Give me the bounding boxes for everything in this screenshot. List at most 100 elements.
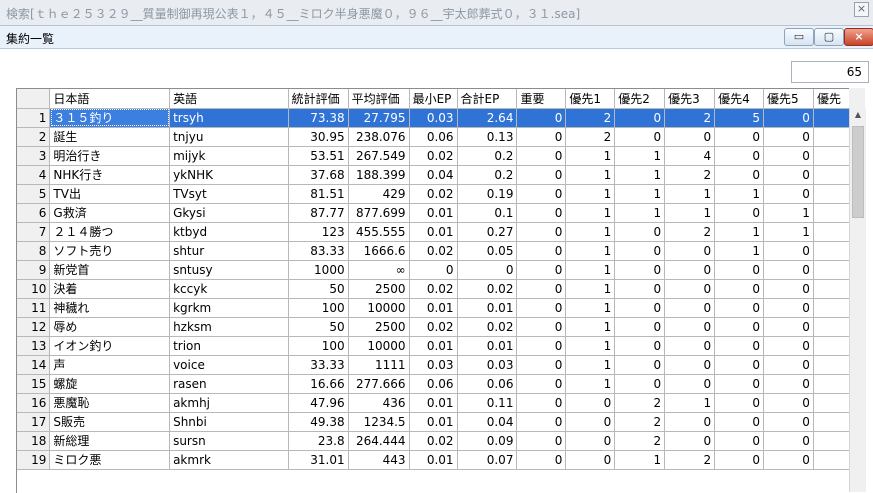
column-header[interactable]: 重要 (516, 89, 567, 109)
table-cell[interactable]: 0 (516, 241, 567, 261)
table-cell[interactable]: 0 (664, 260, 716, 280)
table-cell[interactable] (813, 146, 850, 166)
table-cell[interactable] (813, 336, 850, 356)
table-row[interactable]: 13 イオン釣り trion 100 10000 0.01 0.01 0 1 0 0 0 0 (17, 336, 850, 356)
table-cell[interactable]: 1 (565, 184, 616, 204)
row-number[interactable]: 13 (17, 336, 51, 356)
table-cell[interactable]: 73.38 (288, 108, 349, 128)
row-number[interactable]: 18 (17, 431, 51, 451)
row-number[interactable]: 17 (17, 412, 51, 432)
table-cell[interactable]: 0 (516, 203, 567, 223)
column-header[interactable]: 日本語 (49, 89, 171, 109)
table-cell[interactable]: 1 (714, 241, 765, 261)
table-cell[interactable]: ２１４勝つ (49, 222, 171, 242)
column-header[interactable]: 優先3 (664, 89, 716, 109)
table-cell[interactable]: 0.13 (457, 127, 518, 147)
table-cell[interactable]: 2 (664, 222, 716, 242)
table-cell[interactable]: 0.01 (409, 412, 458, 432)
table-row[interactable]: 9 新党首 sntusy 1000 ∞ 0 0 0 1 0 0 0 0 (17, 260, 850, 280)
table-cell[interactable]: 0 (457, 260, 518, 280)
row-number[interactable]: 10 (17, 279, 51, 299)
table-cell[interactable]: 0.01 (457, 298, 518, 318)
table-cell[interactable]: 0 (664, 279, 716, 299)
table-cell[interactable]: 264.444 (348, 431, 410, 451)
table-row[interactable]: 16 悪魔恥 akmhj 47.96 436 0.01 0.11 0 0 2 1 0 0 (17, 393, 850, 413)
table-cell[interactable]: 0.01 (409, 336, 458, 356)
column-header[interactable]: 優先 (813, 89, 850, 109)
table-cell[interactable]: 87.77 (288, 203, 349, 223)
table-cell[interactable]: trsyh (169, 108, 289, 128)
table-cell[interactable]: 0 (565, 431, 616, 451)
table-cell[interactable]: 1 (614, 165, 666, 185)
row-number[interactable]: 6 (17, 203, 51, 223)
table-cell[interactable]: 50 (288, 279, 349, 299)
scroll-up-icon[interactable]: ▲ (850, 108, 866, 122)
table-cell[interactable]: 0 (664, 431, 716, 451)
table-cell[interactable]: 0.01 (409, 450, 458, 470)
table-cell[interactable]: Gkysi (169, 203, 289, 223)
table-cell[interactable]: 238.076 (348, 127, 410, 147)
table-cell[interactable]: 0 (614, 298, 666, 318)
table-cell[interactable]: kgrkm (169, 298, 289, 318)
table-cell[interactable]: 0 (664, 298, 716, 318)
table-cell[interactable]: sursn (169, 431, 289, 451)
table-cell[interactable]: 1 (565, 165, 616, 185)
table-row[interactable]: 14 声 voice 33.33 1111 0.03 0.03 0 1 0 0 0 0 (17, 355, 850, 375)
table-cell[interactable]: 2 (614, 412, 666, 432)
table-cell[interactable]: 2 (565, 127, 616, 147)
table-cell[interactable]: 0 (614, 317, 666, 337)
row-number[interactable]: 11 (17, 298, 51, 318)
data-grid[interactable]: 日本語 英語 統計評価 平均評価 最小EP 合計EP 重要 優先1 優先2 優先3 優先4 優先5 優先… (16, 88, 850, 493)
table-cell[interactable]: 0.02 (409, 317, 458, 337)
table-cell[interactable]: 53.51 (288, 146, 349, 166)
row-number[interactable]: 8 (17, 241, 51, 261)
table-cell[interactable]: 0 (516, 146, 567, 166)
table-cell[interactable]: 0 (664, 374, 716, 394)
table-cell[interactable]: rasen (169, 374, 289, 394)
table-cell[interactable]: 2 (614, 393, 666, 413)
table-cell[interactable]: 0 (763, 431, 814, 451)
table-row[interactable]: 11 神穢れ kgrkm 100 10000 0.01 0.01 0 1 0 0 0 0 (17, 298, 850, 318)
table-cell[interactable]: 0 (714, 355, 765, 375)
table-cell[interactable]: 0 (763, 317, 814, 337)
table-cell[interactable]: 1666.6 (348, 241, 410, 261)
column-header[interactable]: 合計EP (457, 89, 518, 109)
table-cell[interactable]: 0.27 (457, 222, 518, 242)
table-cell[interactable]: 0 (516, 279, 567, 299)
table-cell[interactable]: mijyk (169, 146, 289, 166)
table-cell[interactable]: sntusy (169, 260, 289, 280)
table-cell[interactable]: 0.06 (409, 127, 458, 147)
table-cell[interactable]: 0 (565, 393, 616, 413)
table-cell[interactable]: 0.06 (457, 374, 518, 394)
table-cell[interactable] (813, 222, 850, 242)
table-cell[interactable]: 0.02 (409, 184, 458, 204)
table-cell[interactable]: 1234.5 (348, 412, 410, 432)
table-cell[interactable]: 悪魔恥 (49, 393, 171, 413)
table-cell[interactable]: 33.33 (288, 355, 349, 375)
table-cell[interactable]: 新総理 (49, 431, 171, 451)
table-cell[interactable]: 0 (763, 184, 814, 204)
table-cell[interactable]: 0 (714, 165, 765, 185)
table-cell[interactable]: 1 (664, 184, 716, 204)
close-button[interactable]: × (844, 28, 873, 46)
table-cell[interactable]: 1 (714, 222, 765, 242)
table-cell[interactable]: 0 (664, 241, 716, 261)
table-cell[interactable]: ykNHK (169, 165, 289, 185)
table-cell[interactable]: kccyk (169, 279, 289, 299)
table-cell[interactable]: ソフト売り (49, 241, 171, 261)
table-cell[interactable]: 0.19 (457, 184, 518, 204)
table-cell[interactable]: 0.01 (457, 336, 518, 356)
table-cell[interactable]: 0.06 (409, 374, 458, 394)
table-cell[interactable]: 1 (565, 336, 616, 356)
row-number[interactable]: 14 (17, 355, 51, 375)
table-cell[interactable]: 0 (763, 127, 814, 147)
table-cell[interactable]: 1 (565, 222, 616, 242)
table-cell[interactable]: 2 (664, 450, 716, 470)
table-cell[interactable]: 0.01 (409, 393, 458, 413)
table-cell[interactable]: 0 (714, 203, 765, 223)
table-cell[interactable]: 81.51 (288, 184, 349, 204)
column-header[interactable]: 英語 (169, 89, 289, 109)
table-cell[interactable]: 0.09 (457, 431, 518, 451)
table-cell[interactable]: 0 (714, 260, 765, 280)
table-cell[interactable]: 0 (614, 222, 666, 242)
